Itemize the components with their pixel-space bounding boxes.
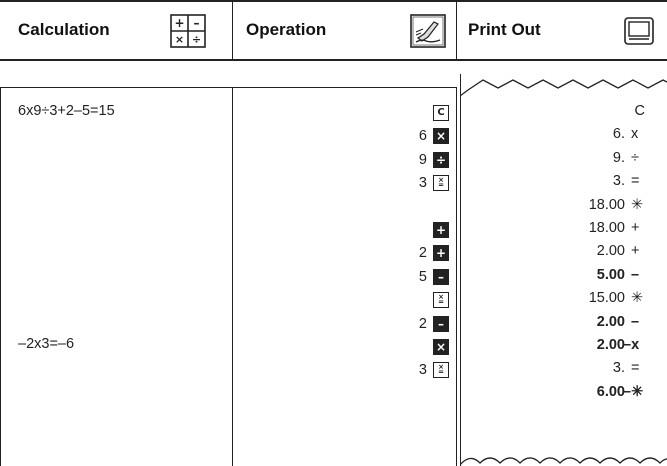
- operation-step: 6 ×: [419, 126, 449, 146]
- header-separator-1: [232, 0, 233, 61]
- printout-value: 2.00: [596, 313, 625, 330]
- printout-symbol: =: [631, 360, 640, 377]
- printout-symbol: x: [631, 126, 639, 143]
- operation-number: 2: [418, 245, 427, 262]
- printout-symbol: ✳: [631, 196, 644, 213]
- left-border: [0, 87, 1, 466]
- printout-symbol: =: [631, 173, 640, 190]
- equals-key-icon: × =: [433, 292, 449, 309]
- printout-symbol: +: [631, 220, 640, 236]
- paper-tape-bottom-edge: [460, 457, 667, 466]
- printout-value: 15.00: [588, 290, 625, 307]
- paper-tape-top-edge: [460, 79, 667, 97]
- calculator-key-icon: +: [433, 245, 449, 262]
- svg-text:÷: ÷: [192, 33, 201, 46]
- operation-number: 2: [418, 315, 427, 332]
- printout-line: 3. =: [460, 360, 667, 380]
- printout-line: 6. x: [460, 126, 667, 146]
- operation-step: 3 × =: [419, 360, 449, 380]
- printout-value: C: [634, 103, 645, 119]
- manual-page: Calculation + – × ÷ Operation Print Out: [0, 0, 667, 466]
- printout-value: 2.00: [596, 337, 625, 353]
- operation-number: 3: [418, 362, 427, 379]
- operation-step: ×: [427, 337, 449, 357]
- printout-value: 9.: [612, 149, 625, 166]
- operation-step: +: [427, 220, 449, 240]
- calculator-key-icon: ÷: [433, 151, 449, 168]
- printout-line: C: [460, 103, 667, 123]
- printout-line: 2.00 –x: [460, 337, 667, 357]
- operation-step: 2 +: [419, 243, 449, 263]
- operation-step: 3 × =: [419, 173, 449, 193]
- printer-icon: [624, 17, 654, 45]
- column-separator-2: [456, 87, 457, 466]
- svg-text:×: ×: [175, 33, 184, 46]
- calculator-key-icon: –: [433, 268, 449, 285]
- header-top-rule: [0, 0, 667, 2]
- printout-line: 6.00 –✳: [460, 384, 667, 404]
- equals-key-icon: × =: [433, 362, 449, 379]
- printout-symbol: –x: [623, 337, 640, 353]
- printout-line: 3. =: [460, 173, 667, 193]
- printout-line: 9. ÷: [460, 150, 667, 170]
- printout-value: 6.: [612, 126, 625, 143]
- svg-text:–: –: [194, 16, 200, 30]
- calculator-key-icon: –: [433, 315, 449, 332]
- operation-step: 2–: [419, 314, 449, 334]
- calculator-key-icon: ×: [433, 339, 449, 355]
- printout-line: 15.00 ✳: [460, 290, 667, 310]
- printout-symbol: +: [631, 243, 640, 260]
- printout-symbol: –: [631, 313, 640, 330]
- calculation-heading: Calculation: [18, 20, 110, 39]
- header-separator-2: [456, 0, 457, 61]
- operation-number: 5: [418, 268, 427, 285]
- calculator-keys-icon: + – × ÷: [170, 14, 206, 48]
- printout-line: 18.00 ✳: [460, 197, 667, 217]
- operation-step: × =: [427, 290, 449, 310]
- operation-number: 6: [418, 128, 427, 145]
- hand-writing-icon: [410, 14, 446, 48]
- printout-value: 6.00: [596, 383, 625, 400]
- printout-line: 5.00–: [460, 267, 667, 287]
- calculation-example-1: 6x9÷3+2–5=15: [18, 103, 115, 119]
- equals-key-icon: × =: [433, 175, 449, 192]
- svg-text:+: +: [174, 16, 184, 30]
- body-top-rule: [0, 87, 456, 88]
- printout-value: 5.00: [596, 266, 625, 283]
- header-bottom-rule: [0, 59, 667, 61]
- printout-column: C 6. x 9. ÷ 3. = 18.00 ✳ 18.00 +2.00 +5.00–15.00 ✳ 2.…: [460, 103, 667, 400]
- printout-line: 18.00 +: [460, 220, 667, 240]
- calculator-key-icon: +: [433, 222, 449, 238]
- printout-symbol: –: [631, 266, 640, 283]
- printout-symbol: ✳: [631, 290, 644, 307]
- table-header: Calculation + – × ÷ Operation Print Out: [0, 0, 667, 62]
- printout-symbol: –✳: [623, 383, 644, 400]
- operation-step: C: [427, 103, 449, 123]
- printout-value: 3.: [612, 360, 625, 377]
- calculator-key-icon: C: [433, 105, 449, 121]
- calculation-example-2: –2x3=–6: [18, 336, 75, 352]
- printout-line: 2.00 +: [460, 243, 667, 263]
- printout-value: 3.: [612, 173, 625, 190]
- operation-step: 9 ÷: [419, 150, 449, 170]
- printout-value: 2.00: [596, 243, 625, 260]
- operation-heading: Operation: [246, 20, 327, 39]
- operation-column: C 6 × 9 ÷ 3 × = +2 +5– × = 2– × 3 × =: [233, 105, 449, 393]
- printout-line: 2.00–: [460, 314, 667, 334]
- printout-heading: Print Out: [468, 20, 541, 39]
- operation-step: 5–: [419, 267, 449, 287]
- printout-symbol: ÷: [631, 149, 639, 166]
- operation-number: 9: [418, 151, 427, 168]
- printout-value: 18.00: [588, 220, 625, 236]
- operation-number: 3: [418, 175, 427, 192]
- printout-value: 18.00: [588, 196, 625, 213]
- calculator-key-icon: ×: [433, 128, 449, 145]
